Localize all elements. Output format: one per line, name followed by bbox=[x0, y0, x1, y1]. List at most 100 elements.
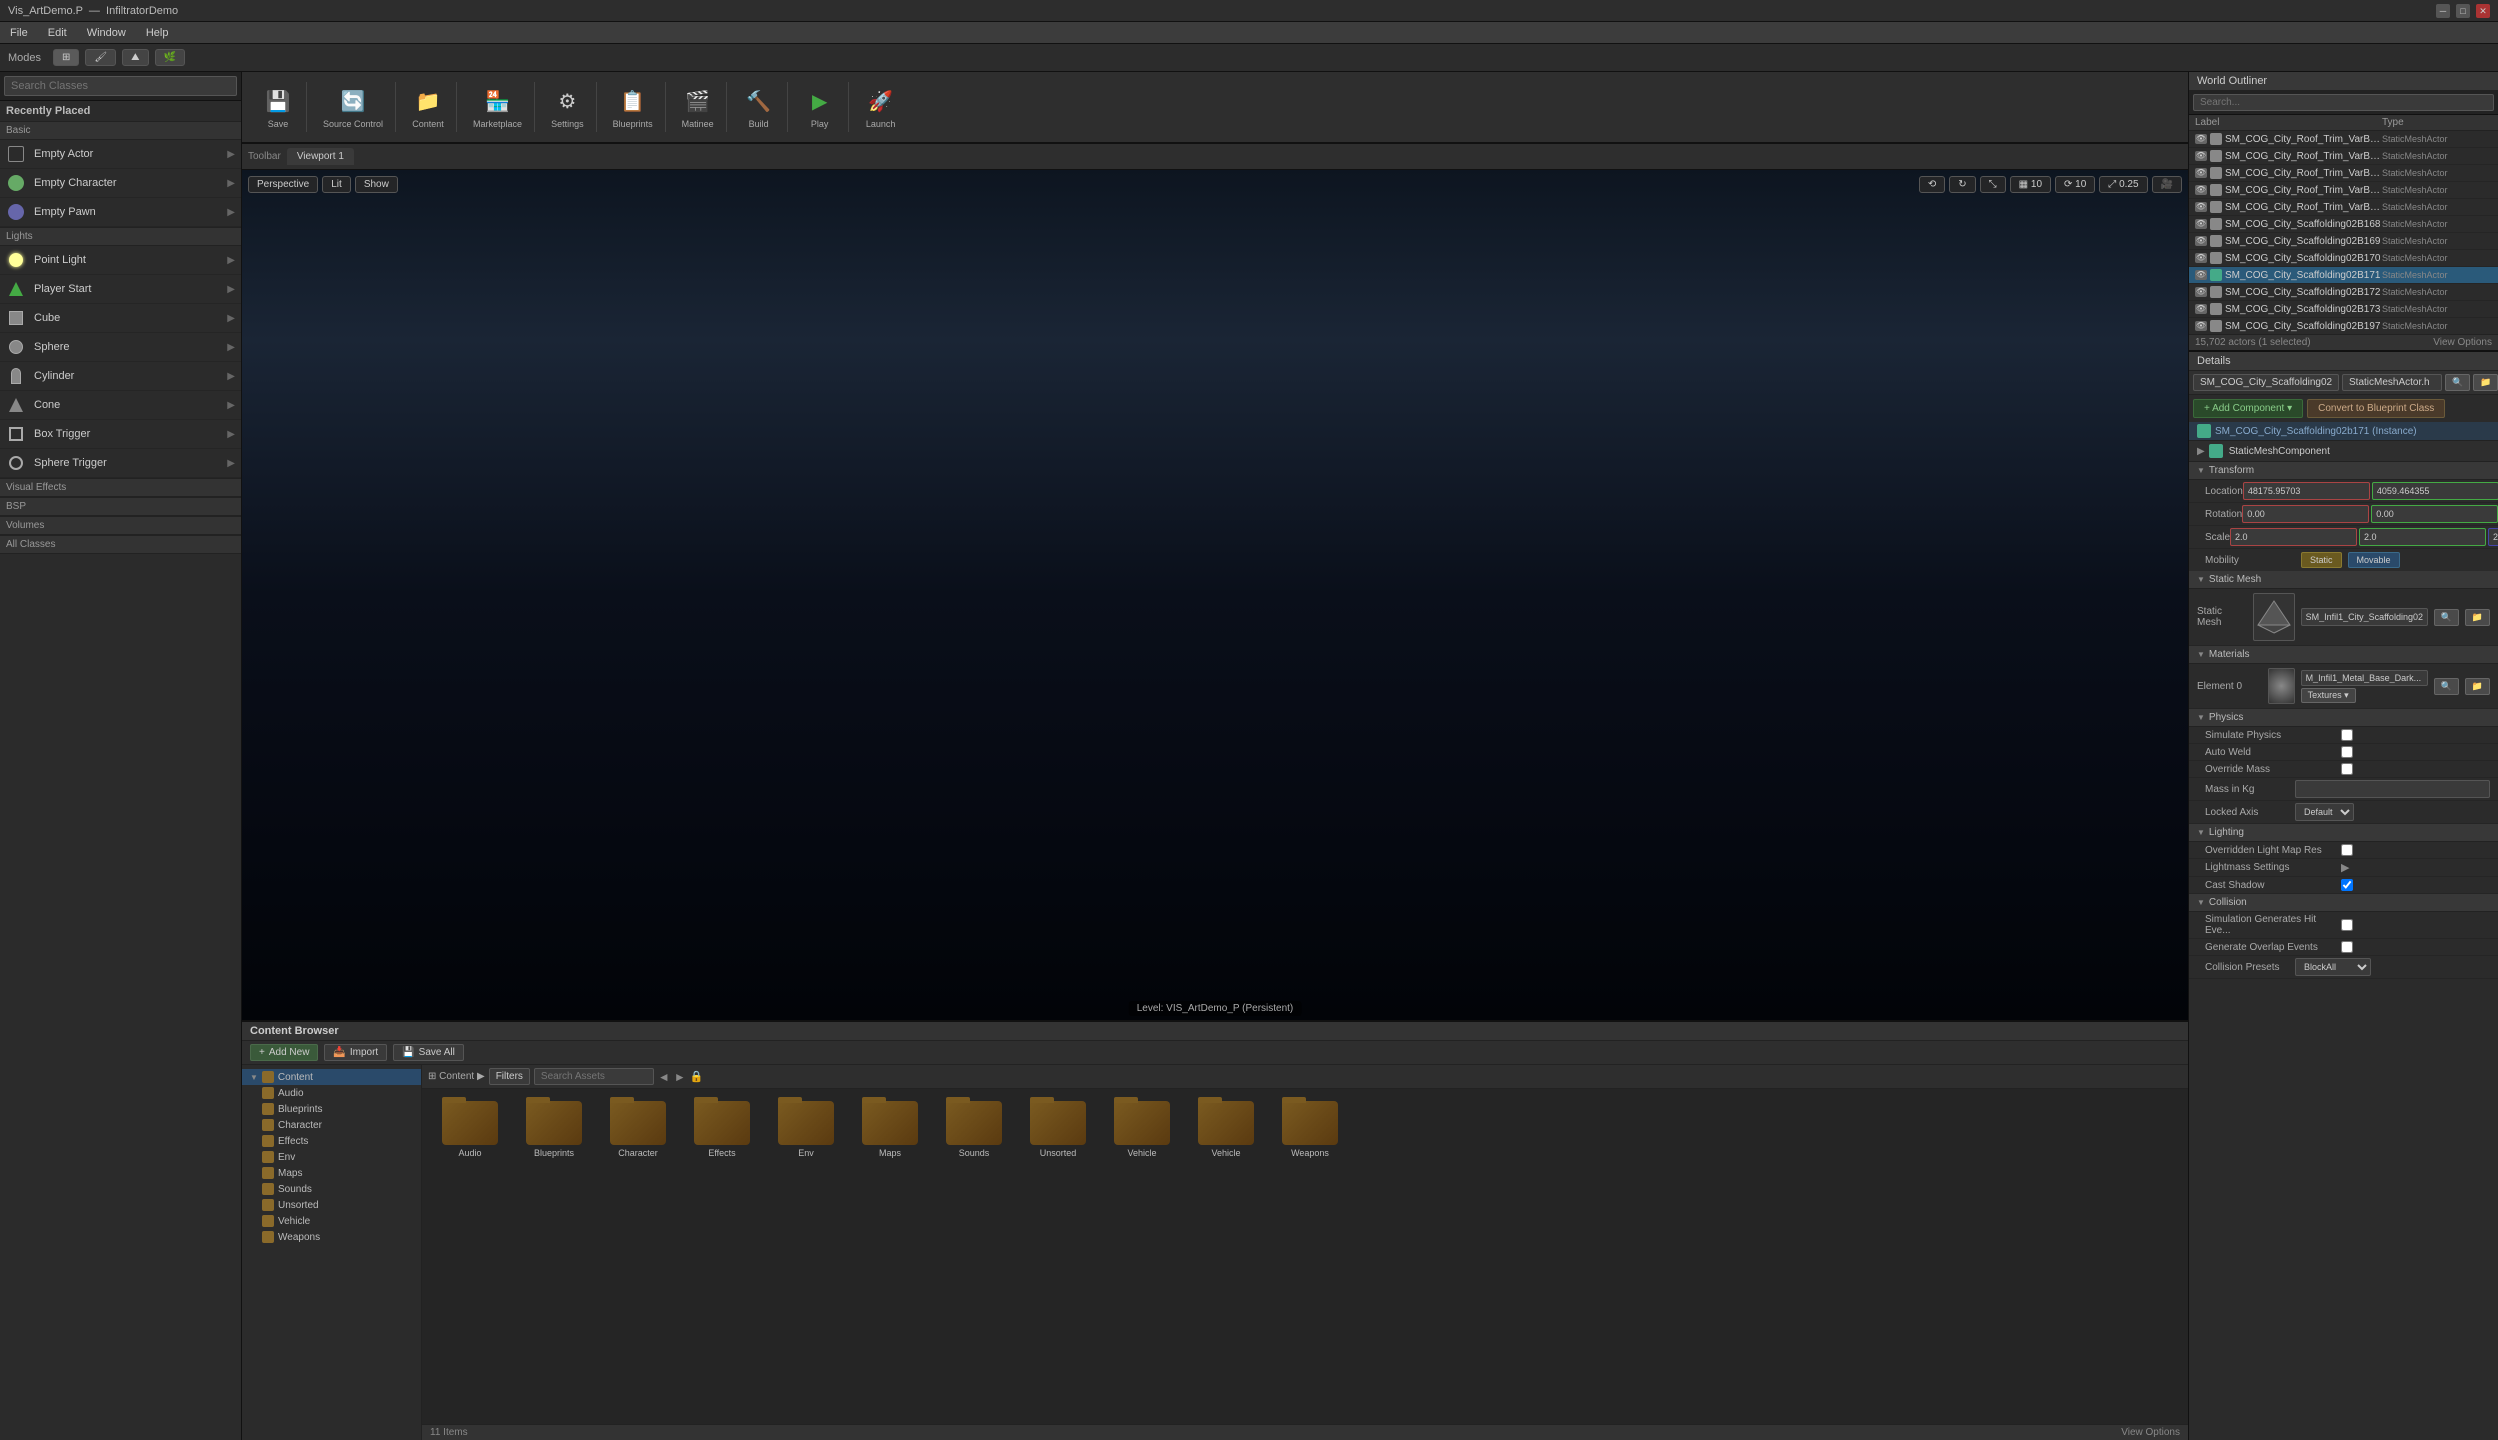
search-classes-input[interactable] bbox=[4, 76, 237, 96]
paint-mode-btn[interactable]: 🖌 bbox=[85, 49, 116, 66]
outliner-item-9[interactable]: 👁 SM_COG_City_Scaffolding02B172 StaticMe… bbox=[2189, 284, 2498, 301]
matinee-btn[interactable]: 🎬 Matinee bbox=[676, 82, 720, 132]
folder-character[interactable]: Character bbox=[598, 1097, 678, 1162]
viewport-canvas[interactable]: Perspective Lit Show ⟲ ↻ ⤡ ▦ 10 ⟳ 10 ⤢ 0… bbox=[242, 170, 2188, 1020]
tree-content[interactable]: ▼ Content bbox=[242, 1069, 421, 1085]
launch-btn[interactable]: 🚀 Launch bbox=[859, 82, 903, 132]
outliner-search-input[interactable] bbox=[2193, 94, 2494, 111]
outliner-item-11[interactable]: 👁 SM_COG_City_Scaffolding02B197 StaticMe… bbox=[2189, 318, 2498, 334]
category-volumes[interactable]: Volumes bbox=[0, 516, 241, 535]
foliage-mode-btn[interactable]: 🌿 bbox=[155, 49, 185, 66]
outliner-item-0[interactable]: 👁 SM_COG_City_Roof_Trim_VarB_Middle419 S… bbox=[2189, 131, 2498, 148]
tree-env[interactable]: Env bbox=[242, 1149, 421, 1165]
browse-btn[interactable]: 📁 bbox=[2473, 374, 2498, 391]
rotate-btn[interactable]: ↻ bbox=[1949, 176, 1975, 193]
viewport-tab[interactable]: Viewport 1 bbox=[287, 148, 354, 165]
mesh-browse-btn[interactable]: 📁 bbox=[2465, 609, 2490, 626]
outliner-item-6[interactable]: 👁 SM_COG_City_Scaffolding02B169 StaticMe… bbox=[2189, 233, 2498, 250]
outliner-view-options[interactable]: View Options bbox=[2433, 337, 2492, 348]
place-item-empty-actor[interactable]: Empty Actor ▶ bbox=[0, 140, 241, 169]
source-control-btn[interactable]: 🔄 Source Control bbox=[317, 82, 389, 132]
folder-sounds[interactable]: Sounds bbox=[934, 1097, 1014, 1162]
place-item-empty-character[interactable]: Empty Character ▶ bbox=[0, 169, 241, 198]
landscape-mode-btn[interactable]: ⛰ bbox=[122, 49, 148, 66]
rot-snap-btn[interactable]: ⟳ 10 bbox=[2055, 176, 2095, 193]
override-lightmap-checkbox[interactable] bbox=[2341, 844, 2353, 856]
place-item-cube[interactable]: Cube ▶ bbox=[0, 304, 241, 333]
minimize-btn[interactable]: ─ bbox=[2436, 4, 2450, 18]
tree-character[interactable]: Character bbox=[242, 1117, 421, 1133]
search-btn[interactable]: 🔍 bbox=[2445, 374, 2470, 391]
rotation-y-input[interactable] bbox=[2371, 505, 2498, 523]
mesh-name-input[interactable] bbox=[2301, 608, 2428, 626]
mat-search-btn[interactable]: 🔍 bbox=[2434, 678, 2459, 695]
cast-shadow-checkbox[interactable] bbox=[2341, 879, 2353, 891]
close-btn[interactable]: ✕ bbox=[2476, 4, 2490, 18]
cb-view-options[interactable]: View Options bbox=[2121, 1427, 2180, 1438]
locked-axis-select[interactable]: Default None X Y Z bbox=[2295, 803, 2354, 821]
maximize-btn[interactable]: □ bbox=[2456, 4, 2470, 18]
add-new-btn[interactable]: + Add New bbox=[250, 1044, 318, 1061]
tree-vehicle[interactable]: Vehicle bbox=[242, 1213, 421, 1229]
place-item-sphere-trigger[interactable]: Sphere Trigger ▶ bbox=[0, 449, 241, 478]
marketplace-btn[interactable]: 🏪 Marketplace bbox=[467, 82, 528, 132]
folder-effects[interactable]: Effects bbox=[682, 1097, 762, 1162]
lightmass-expand[interactable]: ▶ bbox=[2341, 861, 2349, 874]
grid-snap-btn[interactable]: ▦ 10 bbox=[2010, 176, 2051, 193]
static-btn[interactable]: Static bbox=[2301, 552, 2342, 568]
category-visual-effects[interactable]: Visual Effects bbox=[0, 478, 241, 497]
sim-generates-checkbox[interactable] bbox=[2341, 919, 2353, 931]
tree-maps[interactable]: Maps bbox=[242, 1165, 421, 1181]
outliner-item-4[interactable]: 👁 SM_COG_City_Roof_Trim_VarB_Middle459 S… bbox=[2189, 199, 2498, 216]
convert-bp-btn[interactable]: Convert to Blueprint Class bbox=[2307, 399, 2445, 418]
override-mass-checkbox[interactable] bbox=[2341, 763, 2353, 775]
folder-vehicle-2[interactable]: Vehicle bbox=[1186, 1097, 1266, 1162]
show-btn[interactable]: Show bbox=[355, 176, 398, 193]
outliner-item-8[interactable]: 👁 SM_COG_City_Scaffolding02B171 StaticMe… bbox=[2189, 267, 2498, 284]
tree-unsorted[interactable]: Unsorted bbox=[242, 1197, 421, 1213]
lit-btn[interactable]: Lit bbox=[322, 176, 351, 193]
generate-overlap-checkbox[interactable] bbox=[2341, 941, 2353, 953]
cb-filter-btn[interactable]: Filters bbox=[489, 1068, 530, 1085]
folder-audio[interactable]: Audio bbox=[430, 1097, 510, 1162]
simulate-physics-checkbox[interactable] bbox=[2341, 729, 2353, 741]
cb-search-input[interactable] bbox=[534, 1068, 654, 1085]
textures-badge[interactable]: Textures ▾ bbox=[2301, 688, 2356, 703]
category-bsp[interactable]: BSP bbox=[0, 497, 241, 516]
place-item-point-light[interactable]: Point Light ▶ bbox=[0, 246, 241, 275]
transform-section-header[interactable]: Transform bbox=[2189, 462, 2498, 480]
material-name-input[interactable] bbox=[2301, 670, 2428, 686]
category-lights[interactable]: Lights bbox=[0, 227, 241, 246]
place-item-cone[interactable]: Cone ▶ bbox=[0, 391, 241, 420]
tree-blueprints[interactable]: Blueprints bbox=[242, 1101, 421, 1117]
scale-btn[interactable]: ⤡ bbox=[1980, 176, 2006, 193]
save-btn[interactable]: 💾 Save bbox=[256, 82, 300, 132]
folder-maps[interactable]: Maps bbox=[850, 1097, 930, 1162]
place-item-cylinder[interactable]: Cylinder ▶ bbox=[0, 362, 241, 391]
tree-weapons[interactable]: Weapons bbox=[242, 1229, 421, 1245]
menu-help[interactable]: Help bbox=[142, 25, 173, 41]
place-item-sphere[interactable]: Sphere ▶ bbox=[0, 333, 241, 362]
place-item-player-start[interactable]: Player Start ▶ bbox=[0, 275, 241, 304]
settings-btn[interactable]: ⚙ Settings bbox=[545, 82, 590, 132]
content-btn[interactable]: 📁 Content bbox=[406, 82, 450, 132]
mat-browse-btn[interactable]: 📁 bbox=[2465, 678, 2490, 695]
folder-env[interactable]: Env bbox=[766, 1097, 846, 1162]
materials-section-header[interactable]: Materials bbox=[2189, 646, 2498, 664]
mesh-search-btn[interactable]: 🔍 bbox=[2434, 609, 2459, 626]
movable-btn[interactable]: Movable bbox=[2348, 552, 2400, 568]
scale-z-input[interactable] bbox=[2488, 528, 2498, 546]
outliner-item-1[interactable]: 👁 SM_COG_City_Roof_Trim_VarB_Middle420 S… bbox=[2189, 148, 2498, 165]
location-y-input[interactable] bbox=[2372, 482, 2498, 500]
place-item-box-trigger[interactable]: Box Trigger ▶ bbox=[0, 420, 241, 449]
outliner-item-3[interactable]: 👁 SM_COG_City_Roof_Trim_VarB_Middle458 S… bbox=[2189, 182, 2498, 199]
play-btn[interactable]: ▶ Play bbox=[798, 82, 842, 132]
menu-edit[interactable]: Edit bbox=[44, 25, 71, 41]
category-all-classes[interactable]: All Classes bbox=[0, 535, 241, 554]
scale-x-input[interactable] bbox=[2230, 528, 2357, 546]
collision-section-header[interactable]: Collision bbox=[2189, 894, 2498, 912]
details-class-input[interactable] bbox=[2342, 374, 2442, 391]
perspective-btn[interactable]: Perspective bbox=[248, 176, 318, 193]
tree-effects[interactable]: Effects bbox=[242, 1133, 421, 1149]
scale-snap-btn[interactable]: ⤢ 0.25 bbox=[2099, 176, 2147, 193]
